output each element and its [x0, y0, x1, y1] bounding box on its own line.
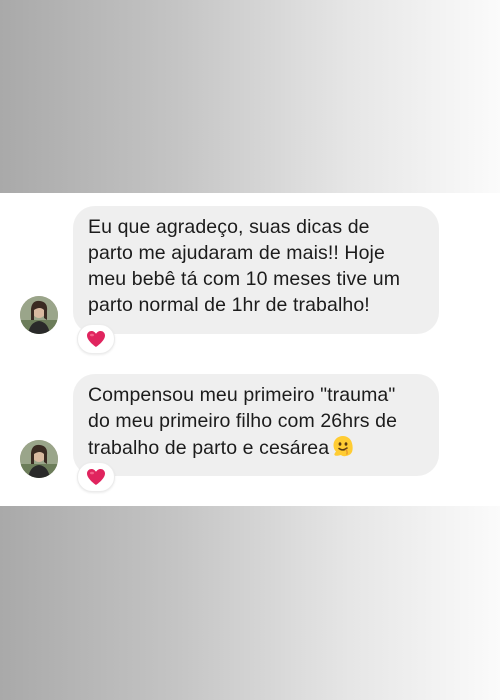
avatar[interactable]: [20, 296, 58, 334]
avatar[interactable]: [20, 440, 58, 478]
message-bubble[interactable]: Compensou meu primeiro "trauma" do meu p…: [73, 374, 439, 476]
heart-icon: [87, 469, 105, 485]
heart-icon: [87, 331, 105, 347]
message-bubble[interactable]: Eu que agradeço, suas dicas de parto me …: [73, 206, 439, 334]
background-bottom: [0, 506, 500, 700]
message-text: Compensou meu primeiro "trauma" do meu p…: [88, 382, 425, 465]
avatar-photo-icon: [20, 296, 58, 334]
melting-face-icon: [331, 434, 355, 465]
background-top: [0, 0, 500, 193]
message-text: Eu que agradeço, suas dicas de parto me …: [88, 216, 401, 316]
reaction-badge[interactable]: [77, 324, 115, 354]
reaction-badge[interactable]: [77, 462, 115, 492]
avatar-photo-icon: [20, 440, 58, 478]
chat-panel: Eu que agradeço, suas dicas de parto me …: [0, 193, 500, 506]
